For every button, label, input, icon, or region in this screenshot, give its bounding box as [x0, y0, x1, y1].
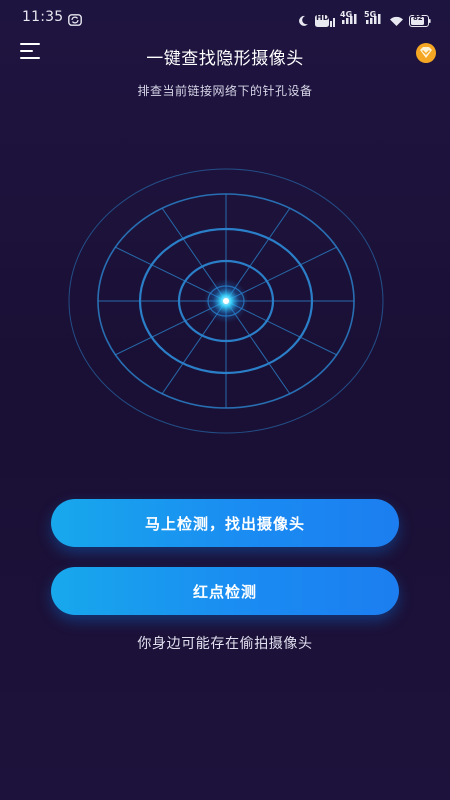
- scan-camera-label: 马上检测，找出摄像头: [144, 514, 305, 533]
- footer-note: 你身边可能存在偷拍摄像头: [137, 636, 313, 652]
- page-title: 一键查找隐形摄像头: [146, 49, 304, 69]
- red-dot-detect-label: 红点检测: [192, 582, 257, 601]
- wifi-icon: [389, 12, 404, 31]
- hd-badge-text: HD: [316, 13, 330, 22]
- battery-icon: 82: [409, 12, 431, 31]
- status-time: 11:35: [22, 9, 64, 25]
- radar-graphic: [65, 168, 387, 438]
- vip-button[interactable]: [414, 42, 438, 64]
- vip-diamond-icon: [416, 43, 436, 63]
- sync-icon: [68, 11, 82, 30]
- app-screen: 11:35 HD 4G 5G 82 一键查找隐形摄像头 排查当前链接网络下的针孔…: [0, 0, 450, 800]
- page-subtitle: 排查当前链接网络下的针孔设备: [137, 84, 313, 98]
- radar-icon: [68, 168, 384, 434]
- battery-level: 82: [413, 14, 423, 22]
- status-bar: 11:35 HD 4G 5G 82: [0, 0, 450, 34]
- hd-icon: HD: [315, 12, 335, 31]
- red-dot-detect-button[interactable]: 红点检测: [51, 567, 399, 615]
- moon-icon: [297, 12, 309, 31]
- scan-camera-button[interactable]: 马上检测，找出摄像头: [51, 499, 399, 547]
